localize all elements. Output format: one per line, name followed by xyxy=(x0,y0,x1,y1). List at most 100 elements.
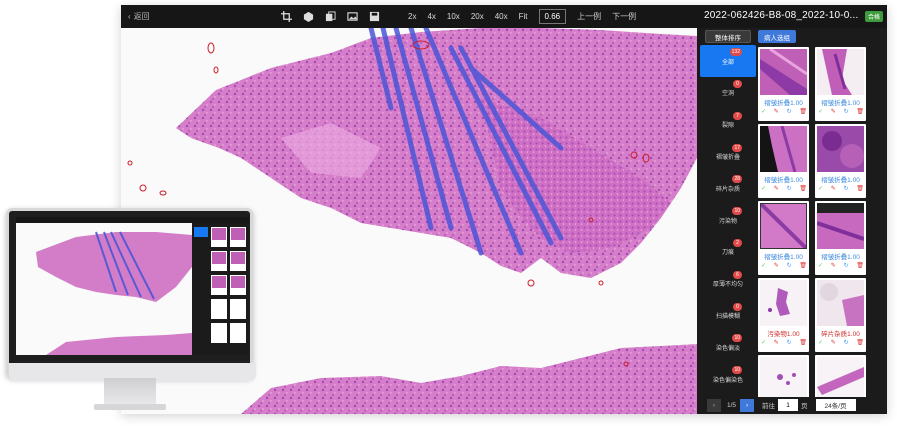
check-icon[interactable]: ✓ xyxy=(761,262,766,270)
trash-icon[interactable]: 🗑 xyxy=(799,262,807,270)
check-icon[interactable]: ✓ xyxy=(818,339,823,347)
rotate-icon[interactable]: ↻ xyxy=(787,339,792,347)
rotate-icon[interactable]: ↻ xyxy=(844,185,849,193)
copy-icon[interactable] xyxy=(325,11,336,22)
card-actions: ✓ ✎ ↻ 🗑 xyxy=(761,339,807,347)
scale-input[interactable]: 0.66 xyxy=(538,9,567,24)
category-label: 刀痕 xyxy=(721,250,734,257)
category-item[interactable]: 染色偏染色 10 xyxy=(700,363,756,395)
count-badge: 10 xyxy=(732,334,742,343)
trash-icon[interactable]: 🗑 xyxy=(799,108,807,116)
card-actions: ✓ ✎ ↻ 🗑 xyxy=(761,262,807,270)
monitor-frame xyxy=(6,208,256,381)
crop-icon[interactable] xyxy=(281,11,292,22)
trash-icon[interactable]: 🗑 xyxy=(799,185,807,193)
category-item[interactable]: 扫描模糊 0 xyxy=(700,300,756,332)
trash-icon[interactable]: 🗑 xyxy=(799,339,807,347)
category-item[interactable]: 褶皱折叠 17 xyxy=(700,141,756,173)
card-actions: ✓ ✎ ↻ 🗑 xyxy=(761,185,807,193)
thumbnail-image xyxy=(760,49,807,95)
edit-icon[interactable]: ✎ xyxy=(831,339,836,347)
rotate-icon[interactable]: ↻ xyxy=(844,262,849,270)
edit-icon[interactable]: ✎ xyxy=(831,108,836,116)
category-item[interactable]: 污染物 10 xyxy=(700,204,756,236)
category-item[interactable]: 全部 132 xyxy=(700,45,756,77)
count-badge: 10 xyxy=(732,207,742,216)
check-icon[interactable]: ✓ xyxy=(818,108,823,116)
category-item[interactable]: 刀痕 2 xyxy=(700,236,756,268)
card-actions: ✓ ✎ ↻ 🗑 xyxy=(761,108,807,116)
edit-icon[interactable]: ✎ xyxy=(774,185,779,193)
monitor-screenshot xyxy=(16,217,249,355)
trash-icon[interactable]: 🗑 xyxy=(856,262,864,270)
check-icon[interactable]: ✓ xyxy=(761,339,766,347)
edit-icon[interactable]: ✎ xyxy=(774,108,779,116)
card-actions: ✓ ✎ ↻ 🗑 xyxy=(818,339,864,347)
thumbnail-card[interactable]: 褶皱折叠1.00 ✓ ✎ ↻ 🗑 xyxy=(815,124,866,198)
card-actions: ✓ ✎ ↻ 🗑 xyxy=(818,185,864,193)
trash-icon[interactable]: 🗑 xyxy=(856,339,864,347)
page-input[interactable]: 1 xyxy=(778,399,799,411)
edit-icon[interactable]: ✎ xyxy=(831,262,836,270)
thumbnail-image xyxy=(760,203,807,249)
check-icon[interactable]: ✓ xyxy=(761,185,766,193)
category-item[interactable]: 空洞 0 xyxy=(700,77,756,109)
next-page-button[interactable]: › xyxy=(740,398,755,412)
category-item[interactable]: 厚薄不均匀 6 xyxy=(700,268,756,300)
select-group-button[interactable]: 病人选组 xyxy=(758,30,796,43)
thumbnail-image xyxy=(817,280,864,326)
category-item[interactable]: 碎片杂质 28 xyxy=(700,172,756,204)
save-icon[interactable] xyxy=(369,11,380,22)
zoom-fit[interactable]: Fit xyxy=(519,12,528,21)
category-label: 碎片杂质 xyxy=(715,186,740,193)
tool-group: 2x 4x 10x 20x 40x Fit 0.66 上一例 下一例 xyxy=(281,9,636,24)
prev-case-button[interactable]: 上一例 xyxy=(577,11,601,22)
category-label: 全部 xyxy=(721,59,734,66)
zoom-10x[interactable]: 10x xyxy=(447,12,460,21)
back-button[interactable]: ‹ 返回 xyxy=(128,11,150,22)
thumbnail-card[interactable]: 褶皱折叠1.00 ✓ ✎ ↻ 🗑 xyxy=(815,47,866,121)
thumbnail-label: 碎片杂质1.00 xyxy=(821,331,860,338)
category-item[interactable]: 裂隙 7 xyxy=(700,109,756,141)
thumbnail-card[interactable] xyxy=(758,355,809,397)
thumbnail-card[interactable]: 褶皱折叠1.00 ✓ ✎ ↻ 🗑 xyxy=(758,47,809,121)
image-icon[interactable] xyxy=(347,11,358,22)
zoom-2x[interactable]: 2x xyxy=(408,12,416,21)
back-label: 返回 xyxy=(133,12,150,21)
rotate-icon[interactable]: ↻ xyxy=(844,339,849,347)
prev-page-button[interactable]: ‹ xyxy=(707,398,721,412)
count-badge: 7 xyxy=(733,111,742,120)
trash-icon[interactable]: 🗑 xyxy=(856,108,864,116)
case-title: 2022-062426-B8-08_2022-10-0... xyxy=(704,10,859,21)
rotate-icon[interactable]: ↻ xyxy=(787,108,792,116)
rotate-icon[interactable]: ↻ xyxy=(787,262,792,270)
sort-button[interactable]: 整体排序 xyxy=(705,30,751,43)
check-icon[interactable]: ✓ xyxy=(818,262,823,270)
monitor-screen xyxy=(16,217,249,355)
edit-icon[interactable]: ✎ xyxy=(774,339,779,347)
thumbnail-label: 褶皱折叠1.00 xyxy=(821,177,860,184)
thumbnail-label: 污染物1.00 xyxy=(767,331,800,338)
thumbnail-card[interactable]: 污染物1.00 ✓ ✎ ↻ 🗑 xyxy=(758,278,809,352)
thumbnail-card[interactable]: 褶皱折叠1.00 ✓ ✎ ↻ 🗑 xyxy=(758,201,809,275)
zoom-40x[interactable]: 40x xyxy=(495,12,508,21)
select-group-label: 病人选组 xyxy=(764,34,790,42)
zoom-20x[interactable]: 20x xyxy=(471,12,484,21)
next-case-button[interactable]: 下一例 xyxy=(612,11,636,22)
check-icon[interactable]: ✓ xyxy=(818,185,823,193)
check-icon[interactable]: ✓ xyxy=(761,108,766,116)
edit-icon[interactable]: ✎ xyxy=(774,262,779,270)
category-item[interactable]: 染色偏淡 10 xyxy=(700,331,756,363)
thumbnail-card[interactable]: 褶皱折叠1.00 ✓ ✎ ↻ 🗑 xyxy=(758,124,809,198)
edit-icon[interactable]: ✎ xyxy=(831,185,836,193)
thumbnail-card[interactable]: 褶皱折叠1.00 ✓ ✎ ↻ 🗑 xyxy=(815,201,866,275)
thumbnail-image xyxy=(817,49,864,95)
trash-icon[interactable]: 🗑 xyxy=(856,185,864,193)
rotate-icon[interactable]: ↻ xyxy=(844,108,849,116)
page-size-select[interactable]: 24条/页 xyxy=(815,399,856,411)
zoom-4x[interactable]: 4x xyxy=(427,12,435,21)
thumbnail-card[interactable] xyxy=(815,355,866,397)
thumbnail-card[interactable]: 碎片杂质1.00 ✓ ✎ ↻ 🗑 xyxy=(815,278,866,352)
rotate-icon[interactable]: ↻ xyxy=(787,185,792,193)
cube-icon[interactable] xyxy=(303,11,314,22)
